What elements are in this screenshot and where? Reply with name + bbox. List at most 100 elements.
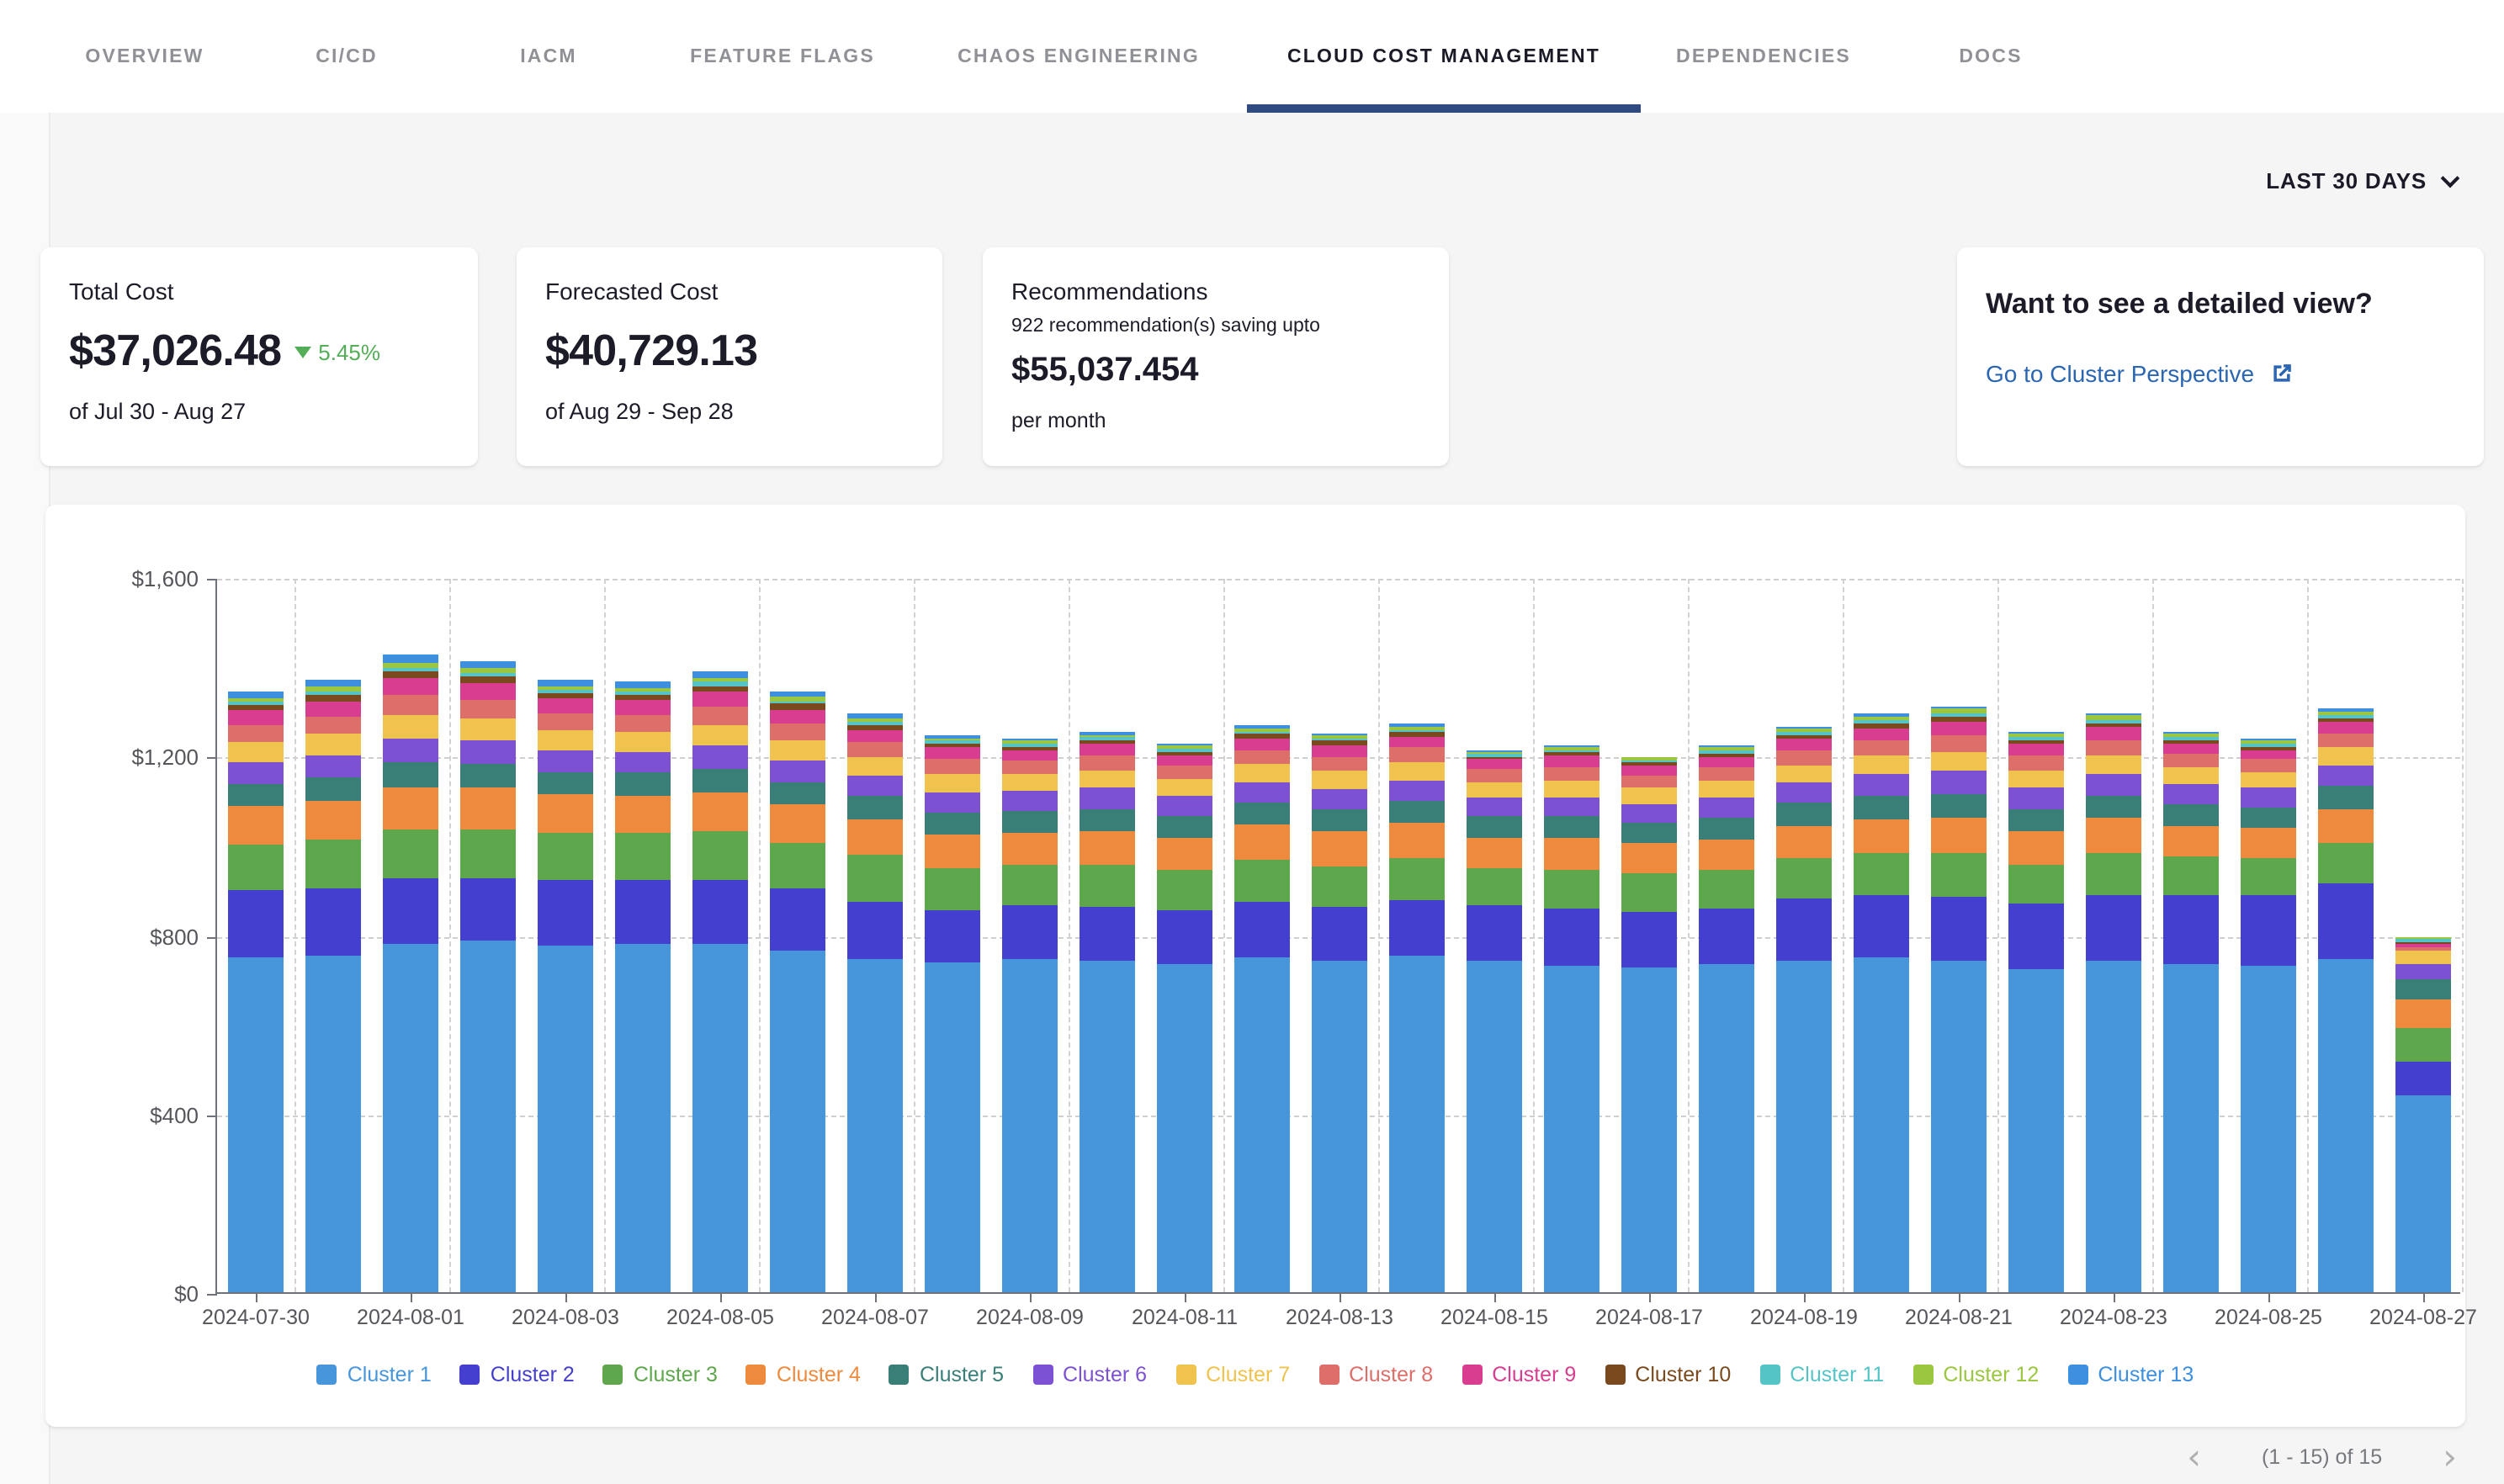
x-gridline <box>1378 579 1380 1292</box>
bar-segment-cluster-8 <box>1467 769 1522 782</box>
legend-item-cluster-7[interactable]: Cluster 7 <box>1175 1363 1290 1386</box>
bar-segment-cluster-6 <box>1080 788 1135 808</box>
bar-segment-cluster-3 <box>925 868 980 909</box>
legend-item-cluster-11[interactable]: Cluster 11 <box>1759 1363 1884 1386</box>
y-axis-tick <box>207 758 217 760</box>
bar-2024-08-19[interactable] <box>1776 726 1832 1292</box>
bar-segment-cluster-6 <box>1157 796 1212 815</box>
bar-segment-cluster-9 <box>692 692 748 708</box>
bar-segment-cluster-6 <box>847 776 903 796</box>
bar-segment-cluster-9 <box>1467 760 1522 770</box>
tab-dependencies[interactable]: DEPENDENCIES <box>1676 0 1851 113</box>
bar-2024-08-22[interactable] <box>2008 732 2064 1292</box>
legend-label: Cluster 4 <box>777 1363 861 1386</box>
bar-2024-08-21[interactable] <box>1931 706 1987 1292</box>
bar-2024-08-24[interactable] <box>2163 732 2219 1292</box>
tab-chaos-engineering[interactable]: CHAOS ENGINEERING <box>958 0 1200 113</box>
next-page-button[interactable]: › <box>2443 1444 2457 1471</box>
bar-segment-cluster-5 <box>1776 803 1832 826</box>
bar-2024-08-12[interactable] <box>1234 726 1290 1292</box>
bar-segment-cluster-3 <box>1002 866 1058 906</box>
bar-segment-cluster-8 <box>1854 740 1909 755</box>
legend-item-cluster-9[interactable]: Cluster 9 <box>1462 1363 1576 1386</box>
bar-2024-08-10[interactable] <box>1080 732 1135 1292</box>
legend-item-cluster-10[interactable]: Cluster 10 <box>1605 1363 1731 1386</box>
bar-2024-08-11[interactable] <box>1157 744 1212 1292</box>
bar-segment-cluster-1 <box>2318 959 2374 1292</box>
legend-item-cluster-13[interactable]: Cluster 13 <box>2067 1363 2194 1386</box>
bar-segment-cluster-5 <box>305 777 361 801</box>
legend-swatch <box>317 1365 337 1385</box>
bar-2024-08-09[interactable] <box>1002 739 1058 1292</box>
previous-page-button[interactable]: ‹ <box>2187 1444 2201 1471</box>
bar-segment-cluster-2 <box>1776 899 1832 961</box>
bar-2024-08-06[interactable] <box>770 691 825 1292</box>
legend-item-cluster-8[interactable]: Cluster 8 <box>1318 1363 1433 1386</box>
bar-segment-cluster-9 <box>925 748 980 760</box>
tab-feature-flags[interactable]: FEATURE FLAGS <box>690 0 875 113</box>
legend-item-cluster-3[interactable]: Cluster 3 <box>603 1363 718 1386</box>
x-axis-tick <box>2423 1292 2425 1302</box>
bar-2024-08-17[interactable] <box>1621 756 1677 1292</box>
bar-segment-cluster-10 <box>228 705 284 711</box>
bar-2024-08-16[interactable] <box>1544 745 1599 1292</box>
bar-2024-08-23[interactable] <box>2086 713 2141 1293</box>
bar-segment-cluster-1 <box>1467 961 1522 1292</box>
bar-segment-cluster-2 <box>1621 911 1677 967</box>
bar-segment-cluster-3 <box>1157 871 1212 911</box>
bar-2024-08-05[interactable] <box>692 671 748 1292</box>
bar-2024-08-26[interactable] <box>2318 708 2374 1292</box>
bar-segment-cluster-13 <box>615 681 671 687</box>
tab-overview[interactable]: OVERVIEW <box>85 0 204 113</box>
bar-segment-cluster-5 <box>2008 808 2064 831</box>
legend-item-cluster-2[interactable]: Cluster 2 <box>460 1363 575 1386</box>
legend-item-cluster-1[interactable]: Cluster 1 <box>317 1363 432 1386</box>
bar-2024-08-07[interactable] <box>847 713 903 1292</box>
x-axis-label: 2024-08-17 <box>1595 1306 1703 1329</box>
tab-iacm[interactable]: IACM <box>520 0 577 113</box>
bar-2024-08-20[interactable] <box>1854 714 1909 1292</box>
tab-ci-cd[interactable]: CI/CD <box>316 0 378 113</box>
cluster-perspective-link[interactable]: Go to Cluster Perspective <box>1986 360 2455 387</box>
legend-item-cluster-6[interactable]: Cluster 6 <box>1032 1363 1147 1386</box>
bar-2024-08-04[interactable] <box>615 681 671 1292</box>
bar-2024-08-02[interactable] <box>460 661 516 1292</box>
legend-item-cluster-5[interactable]: Cluster 5 <box>889 1363 1004 1386</box>
bar-segment-cluster-3 <box>1544 869 1599 908</box>
x-axis-label: 2024-08-21 <box>1905 1306 2013 1329</box>
bar-2024-08-13[interactable] <box>1312 733 1367 1292</box>
bar-2024-08-27[interactable] <box>2395 936 2451 1292</box>
bar-segment-cluster-9 <box>2163 744 2219 755</box>
bar-2024-08-15[interactable] <box>1467 750 1522 1292</box>
legend-swatch <box>746 1365 767 1385</box>
bar-segment-cluster-10 <box>615 694 671 700</box>
bar-2024-08-01[interactable] <box>383 655 438 1292</box>
bar-2024-08-03[interactable] <box>538 680 593 1292</box>
x-axis-label: 2024-08-07 <box>821 1306 929 1329</box>
tab-cloud-cost-management[interactable]: CLOUD COST MANAGEMENT <box>1287 0 1600 113</box>
tab-docs[interactable]: DOCS <box>1959 0 2022 113</box>
legend-item-cluster-4[interactable]: Cluster 4 <box>746 1363 861 1386</box>
bar-2024-08-14[interactable] <box>1389 724 1445 1292</box>
legend-item-cluster-12[interactable]: Cluster 12 <box>1912 1363 2039 1386</box>
bar-2024-08-25[interactable] <box>2241 739 2296 1292</box>
bar-segment-cluster-3 <box>2086 853 2141 895</box>
bar-segment-cluster-2 <box>1234 902 1290 958</box>
external-link-icon <box>2269 362 2293 385</box>
y-axis-label: $1,600 <box>131 566 199 591</box>
bar-2024-07-31[interactable] <box>305 681 361 1292</box>
bar-segment-cluster-7 <box>1312 771 1367 789</box>
forecasted-cost-title: Forecasted Cost <box>545 278 914 305</box>
x-axis-tick <box>1185 1292 1186 1302</box>
bar-segment-cluster-9 <box>2086 728 2141 740</box>
bar-segment-cluster-5 <box>1234 803 1290 825</box>
bar-segment-cluster-1 <box>2241 966 2296 1292</box>
bar-2024-08-08[interactable] <box>925 736 980 1292</box>
bar-2024-07-30[interactable] <box>228 692 284 1292</box>
bar-segment-cluster-2 <box>770 889 825 951</box>
bar-segment-cluster-5 <box>2318 787 2374 809</box>
bar-segment-cluster-4 <box>1467 837 1522 867</box>
bar-segment-cluster-4 <box>2086 819 2141 853</box>
bar-2024-08-18[interactable] <box>1699 745 1754 1292</box>
time-range-dropdown[interactable]: LAST 30 DAYS <box>2266 168 2457 193</box>
